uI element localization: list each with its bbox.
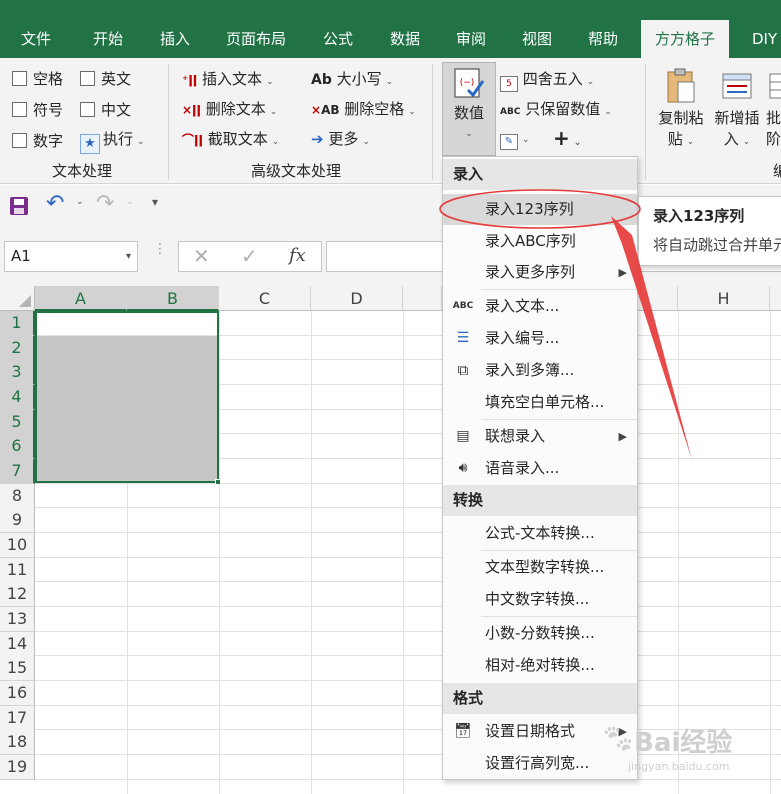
excel-window: 文件 开始 插入 页面布局 公式 数据 审阅 视图 帮助 方方格子 DIY 空格… xyxy=(0,0,781,794)
highlight-ellipse xyxy=(439,189,641,229)
annotation-arrow xyxy=(611,216,692,460)
watermark-url: jingyan.baidu.com xyxy=(628,760,730,773)
paw-logo: 🐾︎ xyxy=(600,722,636,755)
watermark-text: Bai经验 xyxy=(634,728,733,758)
annotation-overlay xyxy=(439,189,692,460)
watermark: 🐾︎ Bai经验 jingyan.baidu.com xyxy=(600,722,775,782)
